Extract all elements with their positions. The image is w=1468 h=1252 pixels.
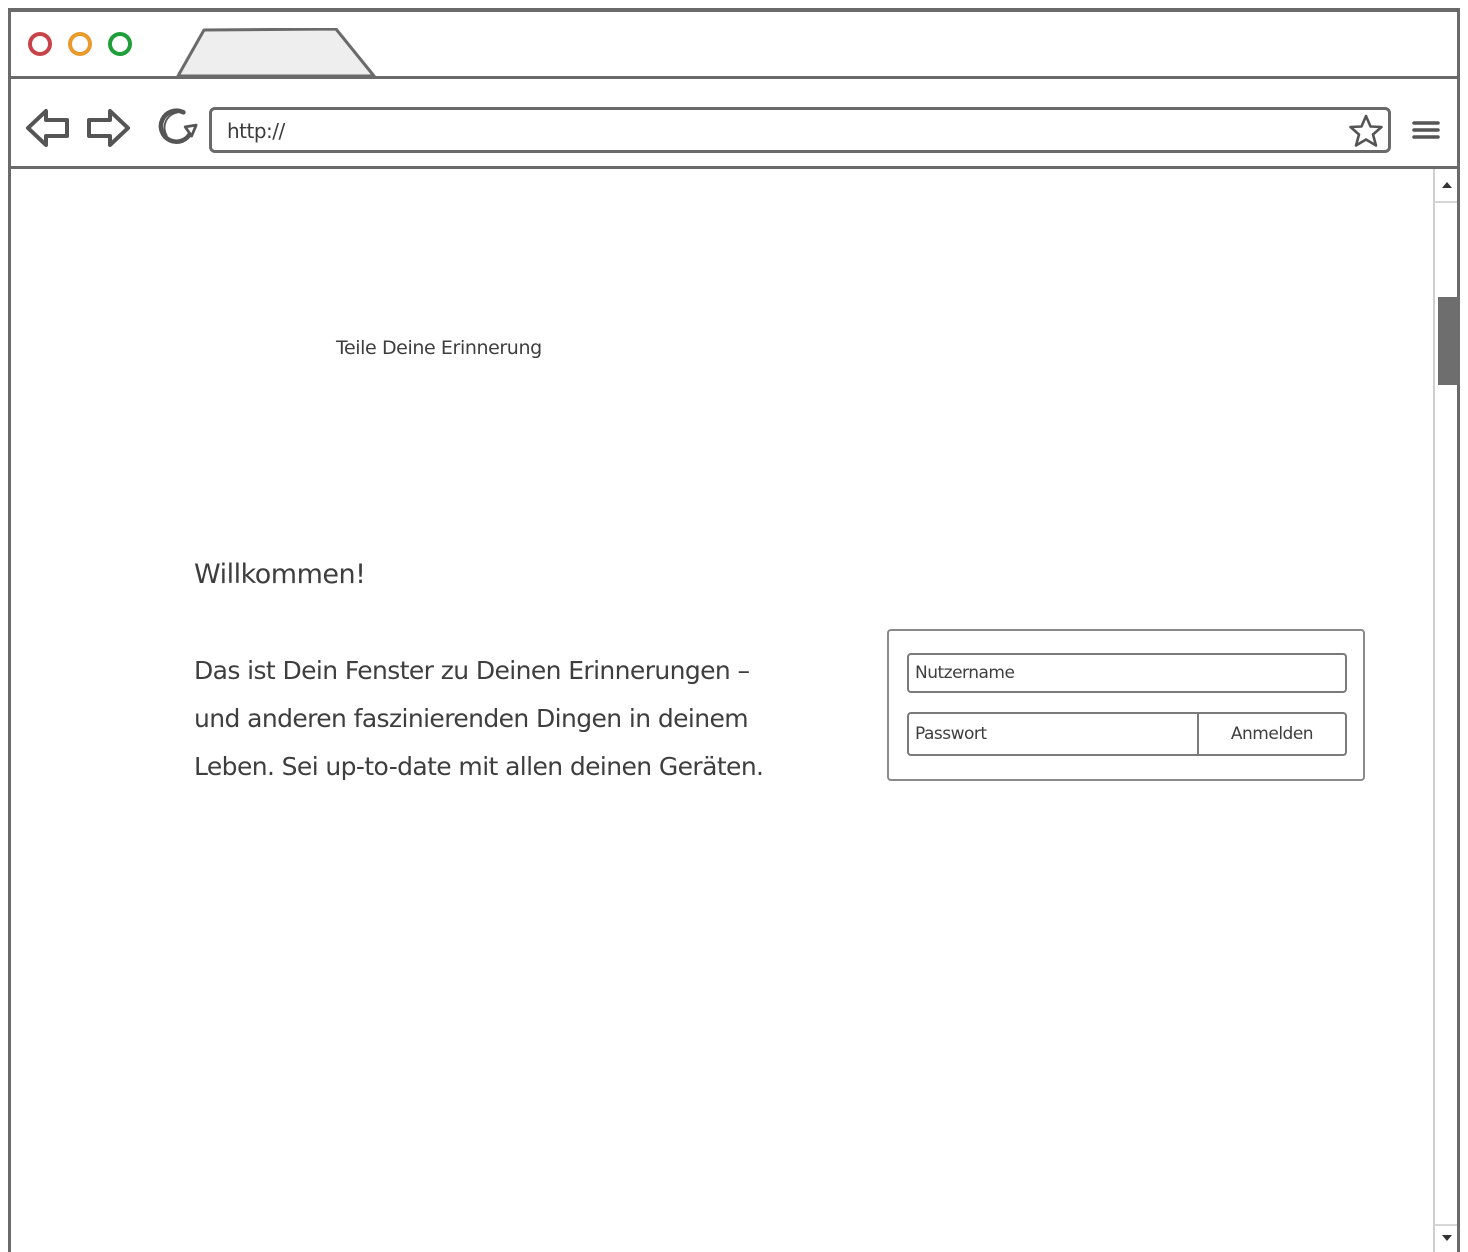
close-window-button[interactable] [28,32,52,56]
scrollbar-divider [1435,1224,1457,1226]
hamburger-menu-icon[interactable] [1411,117,1441,143]
browser-tab[interactable] [176,28,376,78]
scrollbar-thumb[interactable] [1438,297,1460,385]
vertical-scrollbar[interactable] [1433,169,1460,1252]
intro-text: Das ist Dein Fenster zu Deinen Erinnerun… [194,647,854,791]
back-arrow-icon[interactable] [25,107,71,149]
password-input[interactable] [907,712,1199,756]
intro-line: Das ist Dein Fenster zu Deinen Erinnerun… [194,656,750,685]
maximize-window-button[interactable] [108,32,132,56]
login-form: Anmelden [887,629,1365,781]
scrollbar-divider [1435,201,1457,203]
address-bar-url[interactable]: http:// [227,119,285,143]
address-bar[interactable]: http:// [209,107,1391,153]
title-bar [11,12,1457,79]
username-input[interactable] [907,653,1347,693]
star-icon[interactable] [1348,113,1384,149]
scroll-down-arrow-icon[interactable] [1439,1230,1455,1246]
page-content: Teile Deine Erinnerung Willkommen! Das i… [11,169,1433,1252]
browser-toolbar: http:// [11,79,1457,169]
intro-line: und anderen faszinierenden Dingen in dei… [194,704,749,733]
forward-arrow-icon[interactable] [85,107,131,149]
browser-window: http:// Teile Deine Erinnerung Willkomme… [8,8,1460,1252]
scroll-up-arrow-icon[interactable] [1439,177,1455,193]
reload-icon[interactable] [154,105,200,147]
welcome-heading: Willkommen! [194,559,366,590]
minimize-window-button[interactable] [68,32,92,56]
tagline: Teile Deine Erinnerung [336,337,542,359]
intro-line: Leben. Sei up-to-date mit allen deinen G… [194,752,764,781]
login-button[interactable]: Anmelden [1197,712,1347,756]
